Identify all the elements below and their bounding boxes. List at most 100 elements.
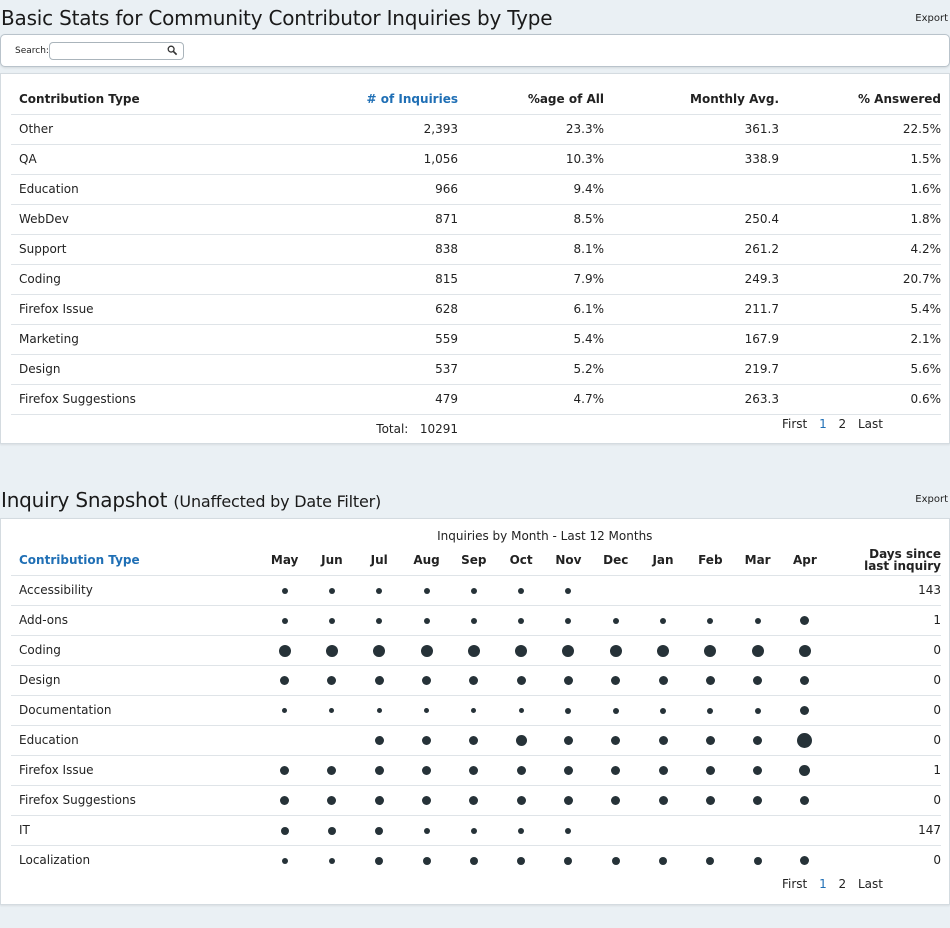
pager-last[interactable]: Last — [858, 877, 883, 891]
inquiry-volume-dot — [753, 766, 763, 775]
month-cell — [261, 605, 308, 635]
inquiry-volume-dot — [376, 708, 382, 713]
month-cell — [356, 845, 403, 875]
pager-first[interactable]: First — [782, 417, 807, 431]
inquiry-volume-dot — [374, 736, 384, 745]
table-row: Accessibility 143 — [11, 575, 941, 605]
cell-monthly-avg: 361.3 — [744, 122, 779, 136]
month-cell — [356, 785, 403, 815]
inquiry-volume-dot — [515, 644, 528, 657]
month-cell — [308, 755, 355, 785]
inquiry-volume-dot — [469, 766, 479, 775]
inquiry-volume-dot — [420, 644, 433, 657]
cell-percent-of-all: 23.3% — [565, 122, 604, 136]
cell-percent-answered: 5.6% — [910, 362, 942, 376]
month-cell — [639, 695, 686, 725]
stats-export-link[interactable]: Export — [915, 13, 948, 24]
pager-first[interactable]: First — [782, 877, 807, 891]
inquiry-volume-dot — [423, 617, 430, 624]
inquiry-volume-dot — [281, 587, 288, 594]
cell-monthly-avg: 261.2 — [744, 242, 779, 256]
cell-days-since: 147 — [918, 823, 941, 837]
inquiry-volume-dot — [799, 765, 811, 776]
month-cell — [734, 695, 781, 725]
cell-inquiries: 479 — [435, 392, 458, 406]
cell-type: Accessibility — [19, 583, 93, 597]
month-cell — [592, 845, 639, 875]
inquiry-volume-dot — [470, 587, 477, 594]
pager-page-2[interactable]: 2 — [839, 417, 847, 431]
cell-type: Localization — [19, 853, 91, 868]
month-cell — [261, 575, 308, 605]
cell-days-since: 0 — [933, 853, 941, 868]
month-cell — [308, 725, 355, 755]
search-input[interactable] — [49, 42, 184, 60]
search-icon — [167, 45, 178, 56]
snapshot-col-contribution-type[interactable]: Contribution Type — [11, 545, 261, 575]
inquiry-volume-dot — [753, 736, 763, 745]
table-row: Firefox Suggestions 0 — [11, 785, 941, 815]
snapshot-subtitle: (Unaffected by Date Filter) — [173, 492, 382, 511]
days-since-header: Days since last inquiry — [829, 545, 941, 575]
inquiry-volume-dot — [325, 644, 338, 657]
inquiry-volume-dot — [327, 676, 337, 685]
cell-days-since: 0 — [933, 673, 941, 687]
table-row: Design 0 — [11, 665, 941, 695]
inquiry-volume-dot — [374, 766, 384, 775]
month-cell — [545, 695, 592, 725]
month-cell — [687, 725, 734, 755]
month-cell — [639, 785, 686, 815]
cell-inquiries: 559 — [435, 332, 458, 346]
inquiry-volume-dot — [562, 644, 575, 657]
month-cell — [497, 605, 544, 635]
inquiry-volume-dot — [422, 796, 432, 805]
pager-last[interactable]: Last — [858, 417, 883, 431]
inquiry-volume-dot — [422, 676, 432, 685]
month-cell — [781, 665, 828, 695]
table-row: Support 838 8.1% 261.2 4.2% — [11, 234, 941, 264]
month-cell — [687, 755, 734, 785]
cell-type: Add-ons — [19, 613, 68, 627]
cell-monthly-avg: 167.9 — [744, 332, 779, 346]
col-contribution-type[interactable]: Contribution Type — [11, 84, 261, 114]
inquiry-volume-dot — [518, 587, 525, 594]
cell-percent-of-all: 8.1% — [573, 242, 605, 256]
pager-page-2[interactable]: 2 — [839, 877, 847, 891]
inquiry-volume-dot — [518, 827, 525, 834]
inquiry-volume-dot — [278, 644, 291, 657]
inquiry-volume-dot — [375, 856, 384, 865]
month-cell — [497, 815, 544, 845]
inquiry-volume-dot — [328, 617, 335, 624]
month-cell — [639, 755, 686, 785]
pager-page-1[interactable]: 1 — [819, 417, 827, 431]
col-inquiries[interactable]: # of Inquiries — [261, 84, 458, 114]
month-cell — [261, 695, 308, 725]
stats-title: Basic Stats for Community Contributor In… — [1, 6, 553, 30]
col-percent-answered[interactable]: % Answered — [779, 84, 941, 114]
inquiry-volume-dot — [660, 617, 667, 624]
inquiry-volume-dot — [517, 856, 526, 865]
pager-page-1[interactable]: 1 — [819, 877, 827, 891]
cell-days-since: 0 — [933, 733, 941, 747]
month-cell — [308, 785, 355, 815]
month-cell — [592, 605, 639, 635]
days-since-header-line2: last inquiry — [864, 558, 941, 573]
month-header: Jul — [370, 552, 388, 567]
month-cell — [781, 755, 828, 785]
cell-days-since: 0 — [933, 793, 941, 807]
month-cell — [450, 845, 497, 875]
cell-inquiries: 537 — [435, 362, 458, 376]
inquiry-volume-dot — [376, 617, 383, 624]
month-cell — [403, 755, 450, 785]
cell-type: Firefox Suggestions — [19, 392, 136, 406]
month-cell — [545, 845, 592, 875]
col-monthly-avg[interactable]: Monthly Avg. — [604, 84, 779, 114]
cell-type: Coding — [19, 272, 61, 286]
inquiry-volume-dot — [423, 827, 430, 834]
month-cell — [497, 845, 544, 875]
inquiry-volume-dot — [422, 856, 431, 865]
month-cell — [497, 575, 544, 605]
col-percent-of-all[interactable]: %age of All — [458, 84, 604, 114]
snapshot-export-link[interactable]: Export — [915, 494, 948, 505]
inquiry-volume-dot — [753, 856, 762, 865]
